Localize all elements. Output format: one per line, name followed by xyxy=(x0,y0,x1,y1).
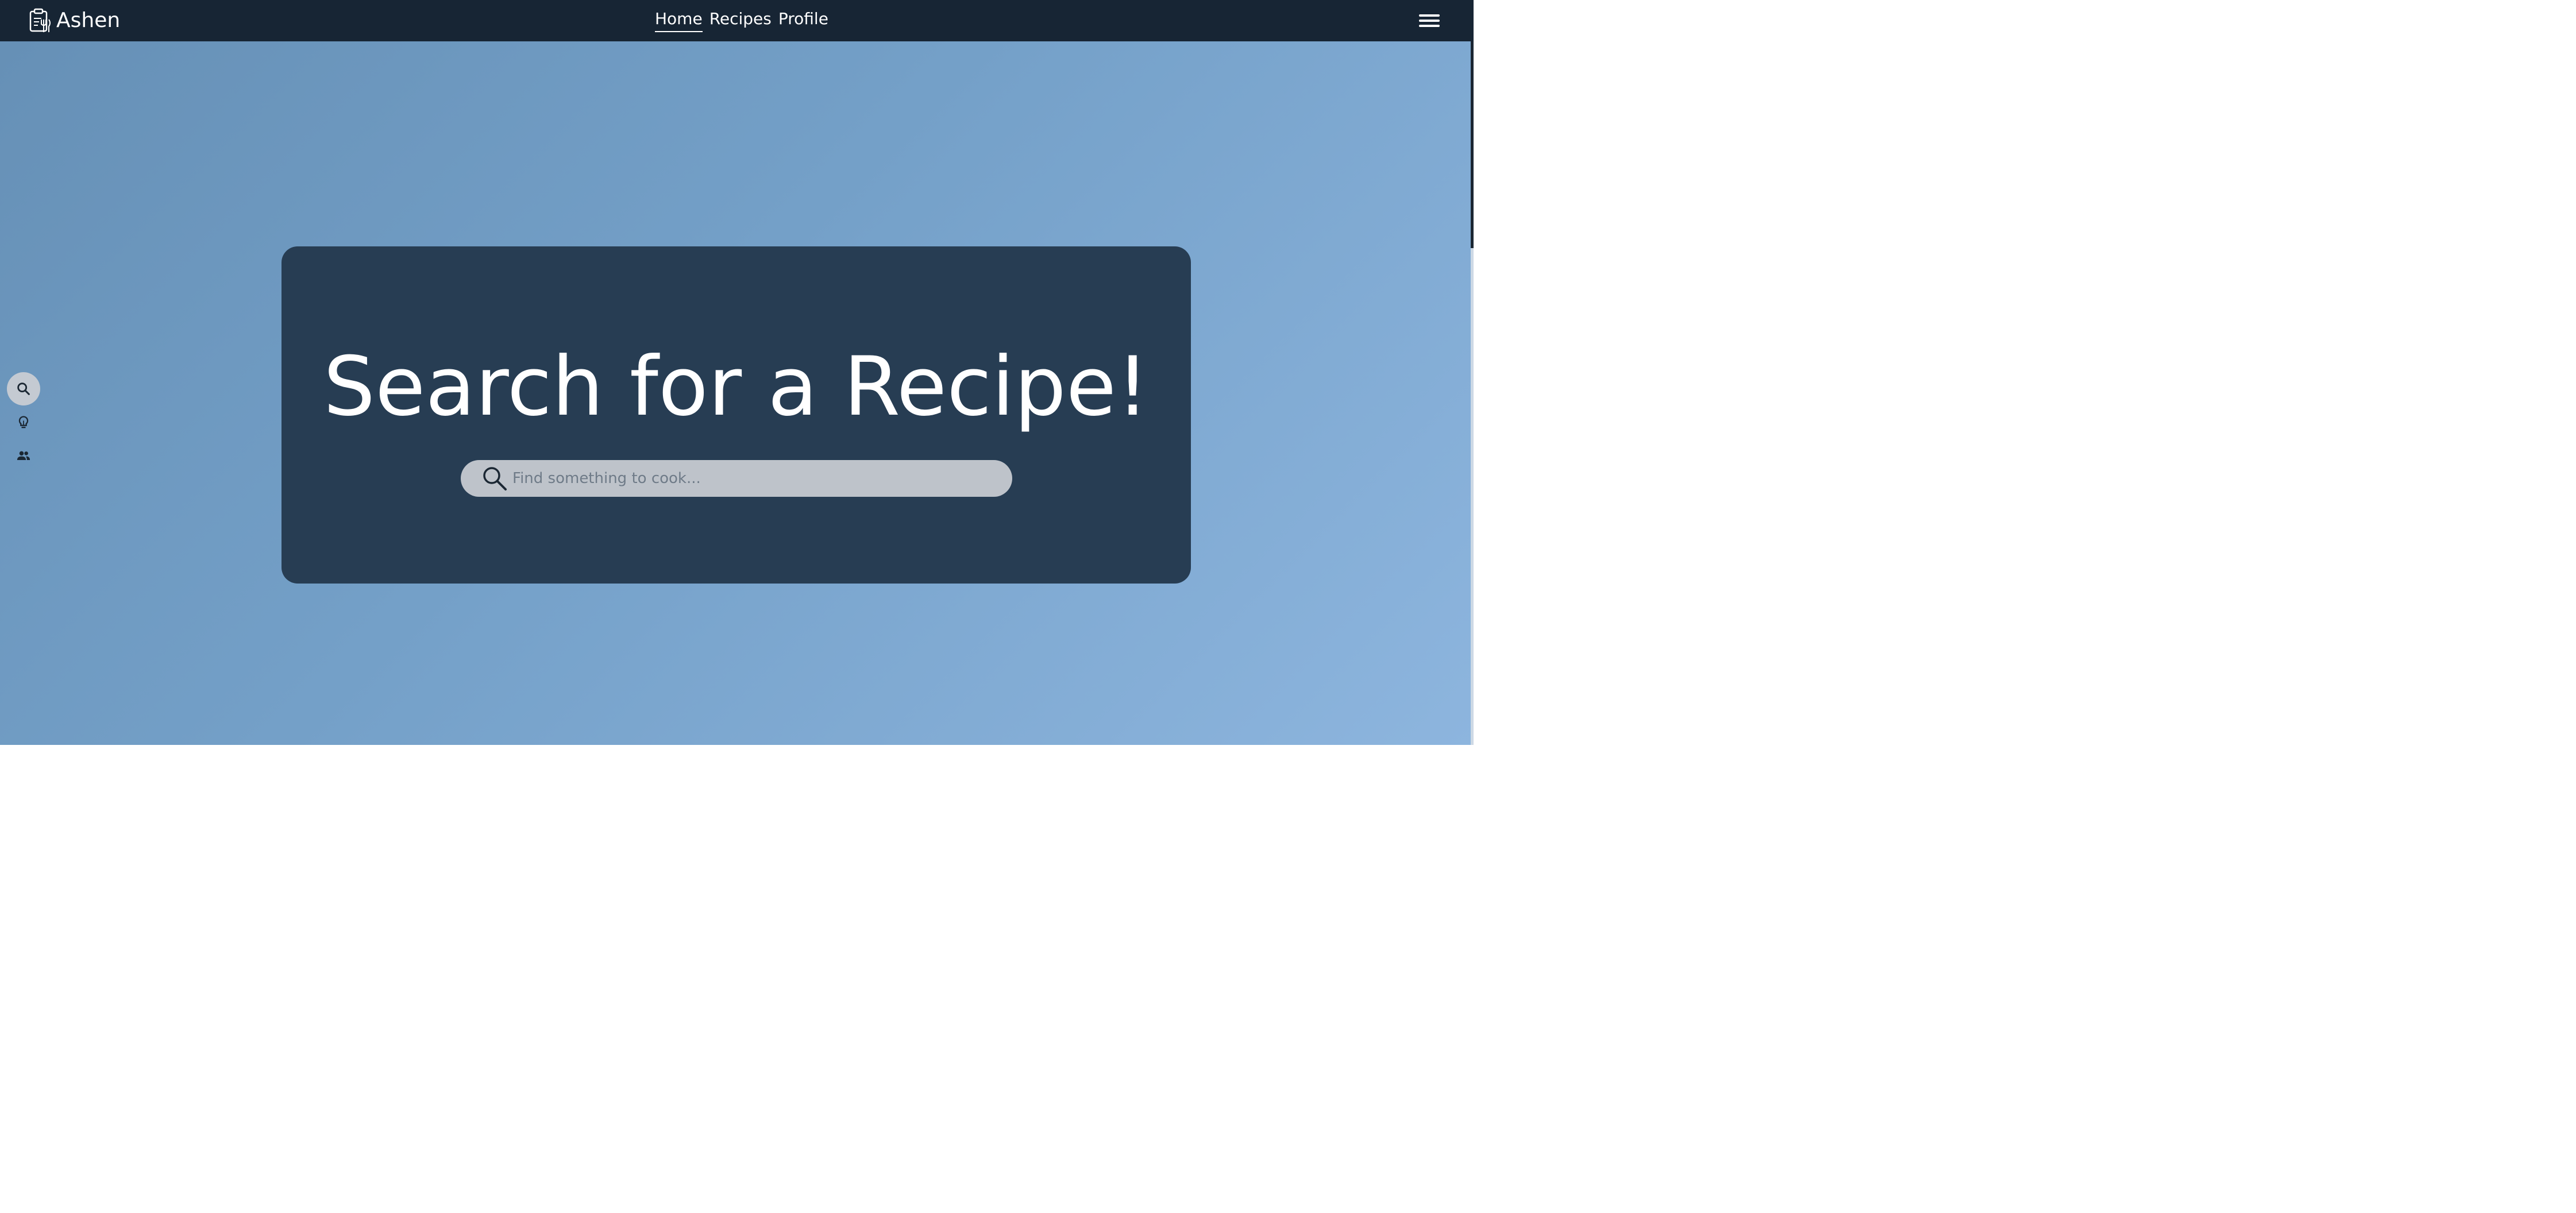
scrollbar-thumb[interactable] xyxy=(1471,41,1474,248)
rail-search-button[interactable] xyxy=(7,372,40,405)
search-card: Search for a Recipe! xyxy=(281,246,1191,584)
top-navbar: Ashen Home Recipes Profile xyxy=(0,0,1474,41)
people-icon xyxy=(17,451,30,460)
rail-community-button[interactable] xyxy=(7,439,40,473)
hamburger-menu-icon xyxy=(1419,14,1440,17)
nav-link-home[interactable]: Home xyxy=(655,8,703,32)
search-icon xyxy=(17,383,30,395)
brand-name: Ashen xyxy=(56,9,121,32)
page-scrollbar[interactable] xyxy=(1471,41,1474,745)
rail-ideas-button[interactable] xyxy=(7,406,40,439)
search-bar[interactable] xyxy=(461,460,1012,497)
nav-link-profile[interactable]: Profile xyxy=(778,8,828,31)
search-input[interactable] xyxy=(511,463,1012,493)
search-icon[interactable] xyxy=(481,465,508,492)
hero-title: Search for a Recipe! xyxy=(323,339,1150,434)
lightbulb-icon xyxy=(18,416,29,428)
hamburger-menu-icon-bar xyxy=(1419,24,1440,27)
app-window: Ashen Home Recipes Profile Search for a … xyxy=(0,0,1474,745)
hamburger-menu-icon-bar xyxy=(1419,19,1440,22)
nav-link-recipes[interactable]: Recipes xyxy=(709,8,772,31)
brand-logo-link[interactable]: Ashen xyxy=(29,7,120,34)
main-nav: Home Recipes Profile xyxy=(655,8,828,32)
hamburger-menu-button[interactable] xyxy=(1418,11,1441,30)
recipe-clipboard-icon xyxy=(29,8,51,32)
hero-section: Search for a Recipe! xyxy=(0,41,1474,745)
